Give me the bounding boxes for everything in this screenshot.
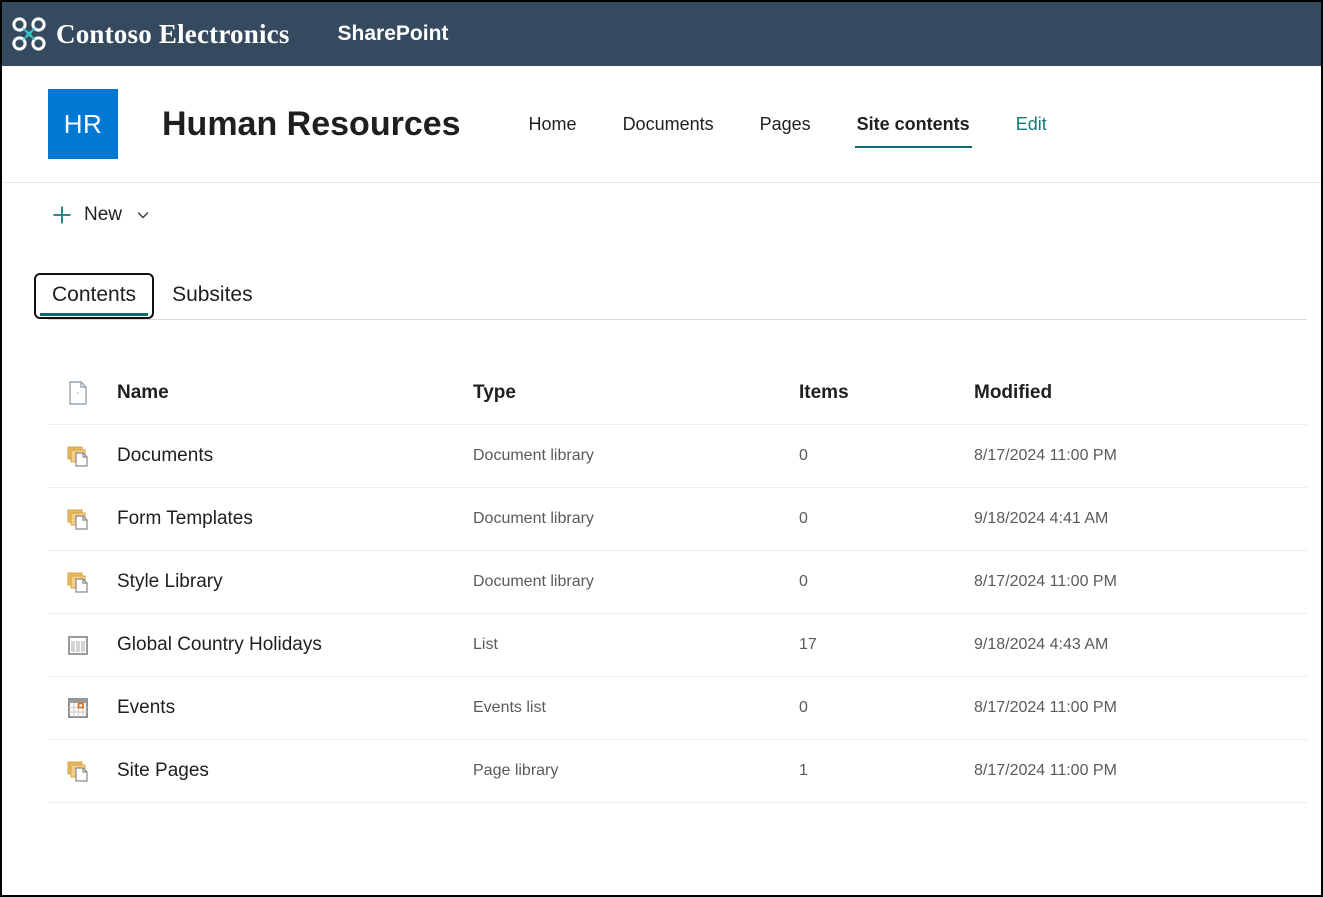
row-modified: 9/18/2024 4:43 AM — [974, 636, 1307, 654]
page-title: Human Resources — [162, 105, 461, 144]
row-type: List — [473, 636, 799, 654]
document-library-icon — [65, 443, 91, 469]
row-items: 0 — [799, 573, 974, 591]
table-row[interactable]: Global Country Holidays List 17 9/18/202… — [48, 614, 1307, 677]
tab-subsites[interactable]: Subsites — [154, 273, 271, 319]
list-icon — [65, 632, 91, 658]
row-name[interactable]: Events — [117, 697, 473, 719]
table-row[interactable]: Site Pages Page library 1 8/17/2024 11:0… — [48, 740, 1307, 803]
site-contents-table: Name Type Items Modified Documents Docum… — [2, 362, 1321, 803]
nav-edit-link[interactable]: Edit — [1014, 110, 1049, 139]
table-header-row: Name Type Items Modified — [48, 362, 1307, 425]
row-modified: 8/17/2024 11:00 PM — [974, 447, 1307, 465]
row-modified: 8/17/2024 11:00 PM — [974, 573, 1307, 591]
document-library-icon — [65, 758, 91, 784]
new-button-label: New — [84, 204, 122, 226]
table-row[interactable]: Form Templates Document library 0 9/18/2… — [48, 488, 1307, 551]
new-button[interactable]: New — [46, 200, 156, 230]
row-items: 1 — [799, 762, 974, 780]
row-icon-cell — [48, 632, 117, 658]
row-type: Events list — [473, 699, 799, 717]
nav-item-pages[interactable]: Pages — [758, 110, 813, 139]
column-header-items[interactable]: Items — [799, 382, 974, 404]
row-type: Page library — [473, 762, 799, 780]
column-header-icon[interactable] — [48, 380, 117, 406]
drone-icon — [12, 17, 46, 51]
plus-icon — [52, 205, 72, 225]
document-library-icon — [65, 506, 91, 532]
row-name[interactable]: Global Country Holidays — [117, 634, 473, 656]
row-icon-cell — [48, 695, 117, 721]
column-header-type[interactable]: Type — [473, 382, 799, 404]
row-modified: 8/17/2024 11:00 PM — [974, 699, 1307, 717]
row-name[interactable]: Form Templates — [117, 508, 473, 530]
tab-contents[interactable]: Contents — [34, 273, 154, 319]
row-name[interactable]: Style Library — [117, 571, 473, 593]
row-name[interactable]: Site Pages — [117, 760, 473, 782]
row-icon-cell — [48, 569, 117, 595]
row-type: Document library — [473, 573, 799, 591]
suite-app-name[interactable]: SharePoint — [338, 22, 449, 46]
events-calendar-icon — [65, 695, 91, 721]
command-bar: New — [2, 183, 1321, 247]
row-modified: 9/18/2024 4:41 AM — [974, 510, 1307, 528]
nav-item-documents[interactable]: Documents — [621, 110, 716, 139]
row-modified: 8/17/2024 11:00 PM — [974, 762, 1307, 780]
row-items: 0 — [799, 510, 974, 528]
row-items: 0 — [799, 447, 974, 465]
row-name[interactable]: Documents — [117, 445, 473, 467]
sharepoint-site-contents-page: Contoso Electronics SharePoint HR Human … — [0, 0, 1323, 897]
suite-bar: Contoso Electronics SharePoint — [2, 2, 1321, 66]
nav-item-site-contents[interactable]: Site contents — [855, 110, 972, 139]
content-tabs: Contents Subsites — [2, 247, 1321, 319]
row-type: Document library — [473, 447, 799, 465]
document-library-icon — [65, 569, 91, 595]
brand-logo[interactable]: Contoso Electronics — [12, 17, 290, 51]
table-row[interactable]: Style Library Document library 0 8/17/20… — [48, 551, 1307, 614]
column-header-modified[interactable]: Modified — [974, 382, 1307, 404]
row-type: Document library — [473, 510, 799, 528]
row-items: 17 — [799, 636, 974, 654]
chevron-down-icon — [136, 208, 150, 222]
row-icon-cell — [48, 443, 117, 469]
row-icon-cell — [48, 758, 117, 784]
table-row[interactable]: Events Events list 0 8/17/2024 11:00 PM — [48, 677, 1307, 740]
nav-item-home[interactable]: Home — [527, 110, 579, 139]
table-row[interactable]: Documents Document library 0 8/17/2024 1… — [48, 425, 1307, 488]
document-icon — [65, 380, 91, 406]
column-header-name[interactable]: Name — [117, 382, 473, 404]
tabs-divider — [48, 319, 1307, 320]
row-icon-cell — [48, 506, 117, 532]
site-logo[interactable]: HR — [48, 89, 118, 159]
row-items: 0 — [799, 699, 974, 717]
site-header: HR Human Resources Home Documents Pages … — [2, 66, 1321, 183]
brand-name: Contoso Electronics — [56, 19, 290, 50]
site-navigation: Home Documents Pages Site contents Edit — [527, 110, 1049, 139]
